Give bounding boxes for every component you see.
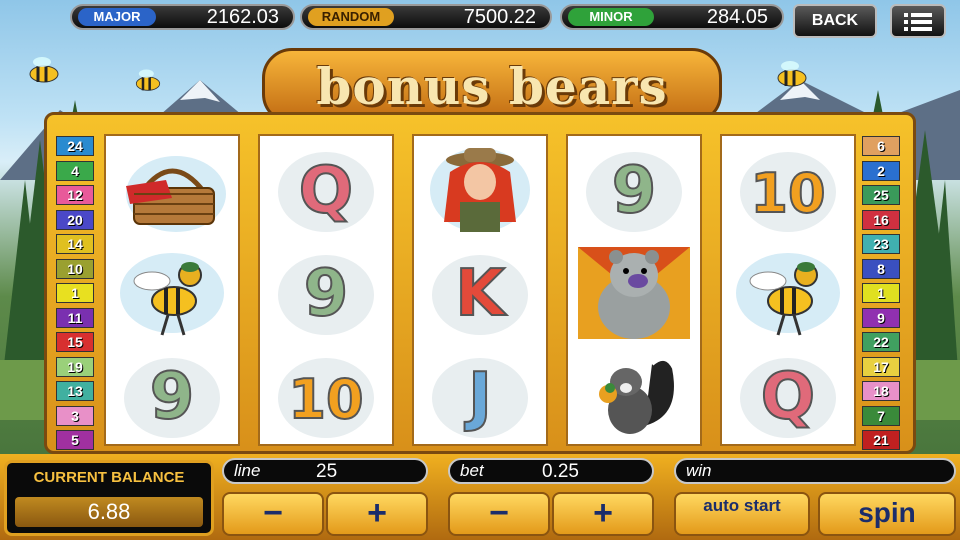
symbol-9: 9 xyxy=(108,346,236,446)
line-minus-button[interactable]: − xyxy=(222,492,324,536)
jackpot-major: MAJOR 2162.03 xyxy=(70,4,295,30)
svg-text:9: 9 xyxy=(612,154,657,228)
win-label: win xyxy=(686,461,712,480)
payline-indicator-11[interactable]: 11 xyxy=(56,307,94,328)
reel-2: Q 9 10 xyxy=(258,134,394,446)
payline-indicator-14[interactable]: 14 xyxy=(56,234,94,254)
svg-text:10: 10 xyxy=(750,162,825,225)
balance-box: CURRENT BALANCE 6.88 xyxy=(4,460,214,536)
menu-button[interactable] xyxy=(890,4,946,38)
jackpot-major-label: MAJOR xyxy=(78,8,156,26)
payline-indicator-25[interactable]: 25 xyxy=(862,185,900,205)
payline-indicator-4[interactable]: 4 xyxy=(56,160,94,181)
bee-icon xyxy=(777,61,807,87)
payline-indicator-23[interactable]: 23 xyxy=(862,234,900,254)
bee-icon xyxy=(135,69,161,91)
reel-3: K J xyxy=(412,134,548,446)
reel-4: 9 xyxy=(566,134,702,446)
svg-text:J: J xyxy=(464,360,492,434)
bet-display: bet 0.25 xyxy=(448,458,654,484)
back-button[interactable]: BACK xyxy=(793,4,877,38)
payline-indicator-19[interactable]: 19 xyxy=(56,356,94,377)
win-display: win xyxy=(674,458,956,484)
payline-indicator-5[interactable]: 5 xyxy=(56,430,94,450)
reel-1: 9 xyxy=(104,134,240,446)
symbol-q: Q xyxy=(262,140,390,240)
jackpot-random-label: RANDOM xyxy=(308,8,394,26)
symbol-9: 9 xyxy=(570,140,698,240)
payline-indicator-6[interactable]: 6 xyxy=(862,136,900,156)
ranger-girl-icon xyxy=(416,140,544,240)
bet-label: bet xyxy=(460,461,484,480)
payline-indicator-1[interactable]: 1 xyxy=(862,283,900,303)
auto-start-button[interactable]: auto start xyxy=(674,492,810,536)
payline-indicator-16[interactable]: 16 xyxy=(862,209,900,230)
svg-text:10: 10 xyxy=(288,368,363,431)
jackpot-minor-label: MINOR xyxy=(568,8,654,26)
symbol-k: K xyxy=(416,243,544,343)
picnic-basket-icon xyxy=(108,140,236,240)
payline-indicator-13[interactable]: 13 xyxy=(56,381,94,401)
jackpot-random-value: 7500.22 xyxy=(463,6,536,28)
jackpot-major-value: 2162.03 xyxy=(206,6,279,28)
jackpot-minor: MINOR 284.05 xyxy=(560,4,784,30)
reel-5: 10 Q xyxy=(720,134,856,446)
balance-value: 6.88 xyxy=(15,497,203,527)
symbol-9: 9 xyxy=(262,243,390,343)
payline-indicator-15[interactable]: 15 xyxy=(56,332,94,352)
svg-text:9: 9 xyxy=(304,257,349,331)
payline-indicator-9[interactable]: 9 xyxy=(862,307,900,328)
payline-indicator-17[interactable]: 17 xyxy=(862,356,900,377)
line-plus-button[interactable]: + xyxy=(326,492,428,536)
bet-minus-button[interactable]: − xyxy=(448,492,550,536)
symbol-j: J xyxy=(416,346,544,446)
payline-indicator-3[interactable]: 3 xyxy=(56,405,94,426)
symbol-10: 10 xyxy=(724,140,852,240)
jackpot-minor-value: 284.05 xyxy=(706,6,768,28)
svg-text:9: 9 xyxy=(150,360,195,434)
payline-indicator-24[interactable]: 24 xyxy=(56,136,94,156)
symbol-q: Q xyxy=(724,346,852,446)
jackpot-random: RANDOM 7500.22 xyxy=(300,4,552,30)
menu-icon xyxy=(904,13,932,31)
game-title: bonus bears xyxy=(316,57,668,116)
payline-indicator-18[interactable]: 18 xyxy=(862,381,900,401)
payline-indicator-10[interactable]: 10 xyxy=(56,258,94,279)
payline-indicator-20[interactable]: 20 xyxy=(56,209,94,230)
bet-plus-button[interactable]: + xyxy=(552,492,654,536)
bee-icon xyxy=(108,243,236,343)
payline-indicator-22[interactable]: 22 xyxy=(862,332,900,352)
bee-icon xyxy=(724,243,852,343)
payline-indicator-1[interactable]: 1 xyxy=(56,283,94,303)
payline-indicator-2[interactable]: 2 xyxy=(862,160,900,181)
svg-text:K: K xyxy=(455,257,507,331)
svg-text:Q: Q xyxy=(761,360,815,434)
bear-icon xyxy=(570,243,698,343)
payline-indicator-12[interactable]: 12 xyxy=(56,185,94,205)
symbol-10: 10 xyxy=(262,346,390,446)
payline-indicator-21[interactable]: 21 xyxy=(862,430,900,450)
line-display: line 25 xyxy=(222,458,428,484)
skunk-icon xyxy=(570,346,698,446)
bet-value: 0.25 xyxy=(542,461,579,482)
svg-text:Q: Q xyxy=(299,154,353,228)
payline-indicator-8[interactable]: 8 xyxy=(862,258,900,279)
spin-button[interactable]: spin xyxy=(818,492,956,536)
line-label: line xyxy=(234,461,261,480)
bee-icon xyxy=(29,57,59,83)
balance-label: CURRENT BALANCE xyxy=(33,469,185,486)
payline-indicator-7[interactable]: 7 xyxy=(862,405,900,426)
line-value: 25 xyxy=(316,461,338,482)
